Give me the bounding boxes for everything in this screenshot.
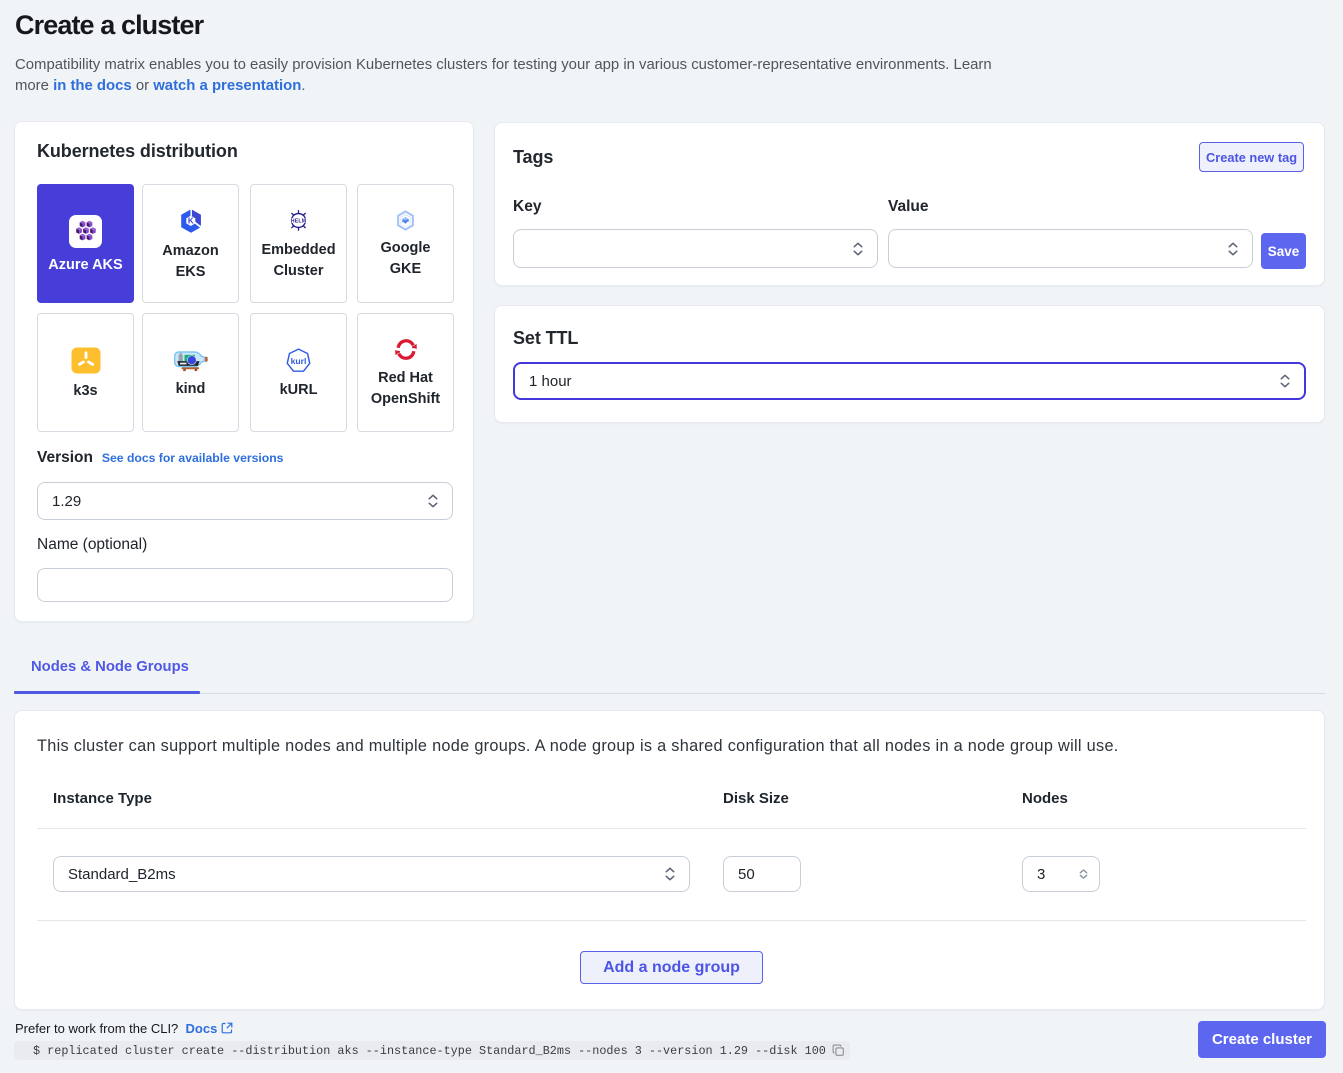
svg-text:K: K xyxy=(187,216,193,225)
svg-text:HELM: HELM xyxy=(291,218,306,224)
svg-text:kurl: kurl xyxy=(291,355,307,365)
